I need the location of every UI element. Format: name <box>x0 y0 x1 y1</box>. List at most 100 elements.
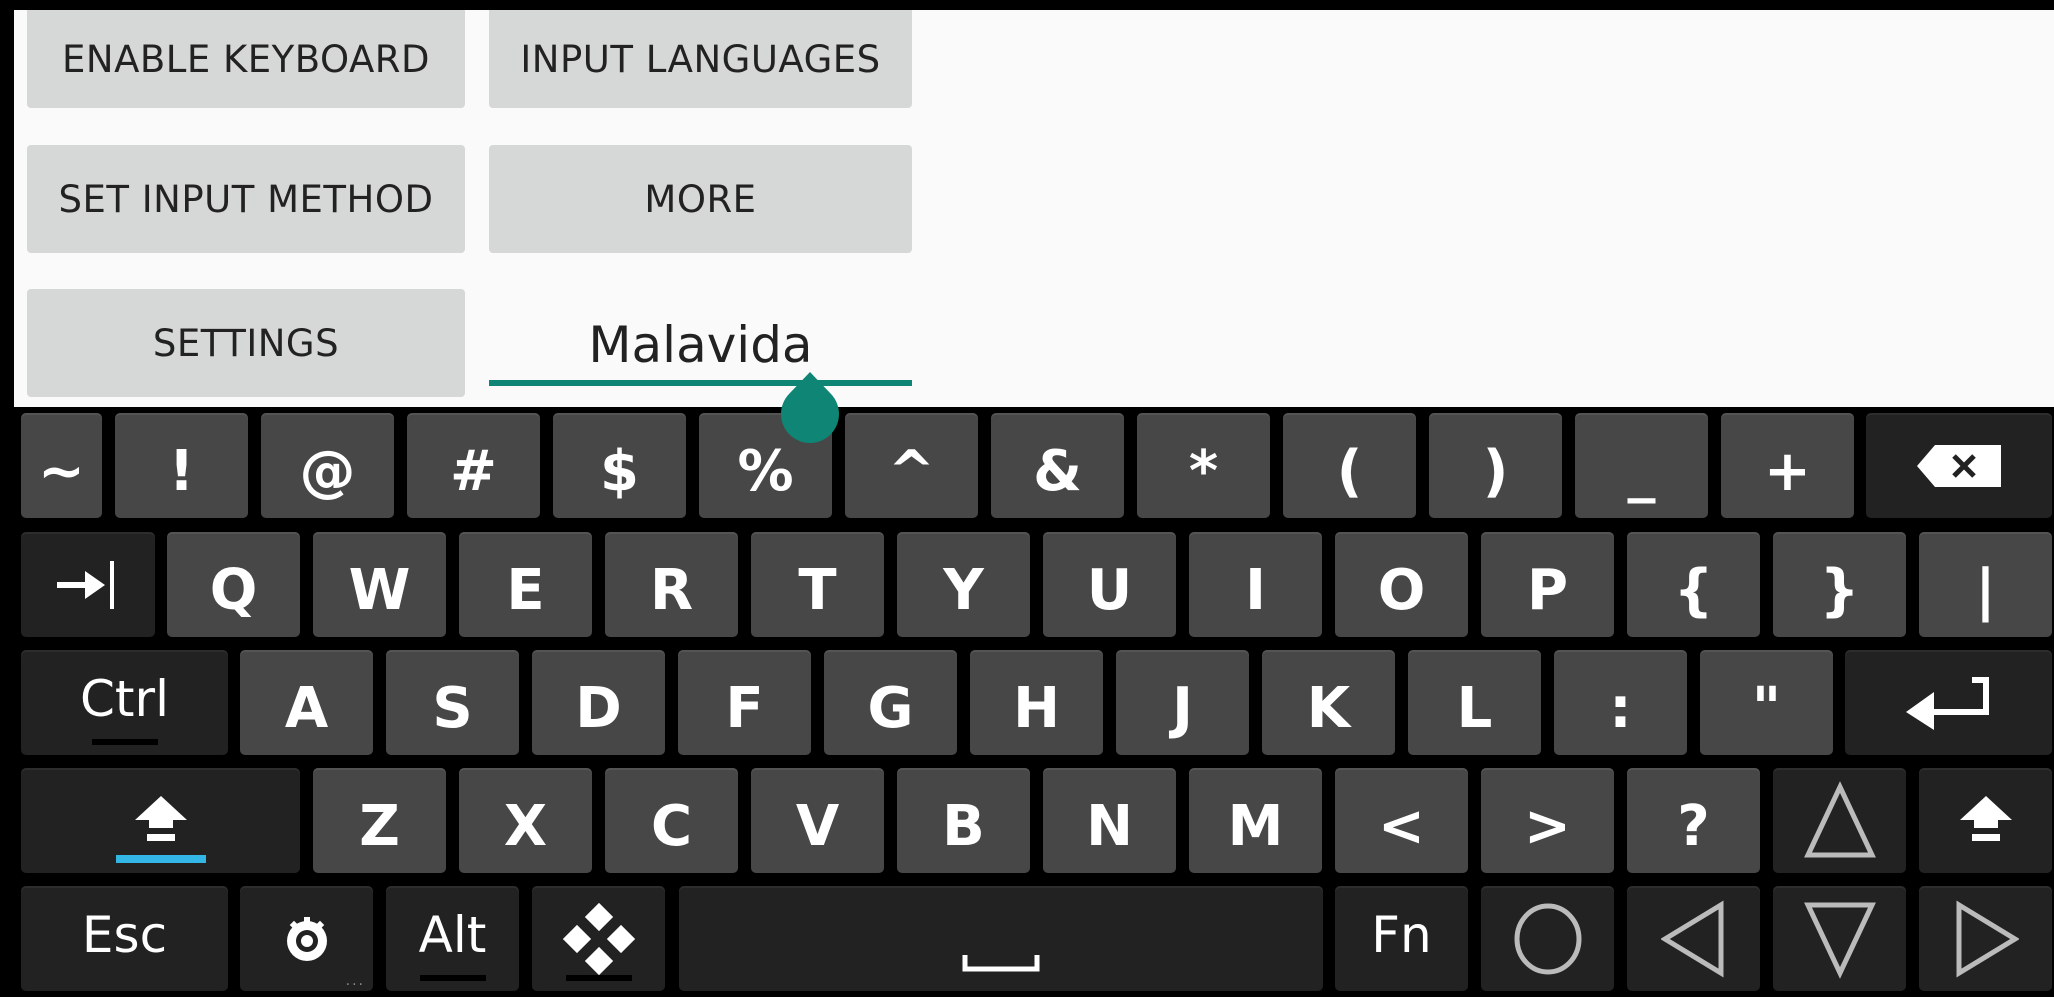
key-brace-right[interactable]: } <box>1773 532 1906 637</box>
key-v[interactable]: V <box>751 768 884 873</box>
key-asterisk[interactable]: * <box>1137 413 1270 518</box>
key-l[interactable]: L <box>1408 650 1541 755</box>
key-d[interactable]: D <box>532 650 665 755</box>
backspace-icon <box>1917 444 2001 487</box>
key-at-label: @ <box>299 439 356 504</box>
key-greater-than[interactable]: > <box>1481 768 1614 873</box>
key-z-label: Z <box>359 794 400 859</box>
key-exclamation[interactable]: ! <box>115 413 248 518</box>
key-plus[interactable]: + <box>1721 413 1854 518</box>
key-alt[interactable]: Alt <box>386 886 519 991</box>
more-button[interactable]: MORE <box>489 145 912 253</box>
key-brace-left[interactable]: { <box>1627 532 1760 637</box>
key-shift-right[interactable] <box>1919 768 2052 873</box>
key-paren-right[interactable]: ) <box>1429 413 1562 518</box>
key-q[interactable]: Q <box>167 532 300 637</box>
key-i-label: I <box>1245 558 1266 623</box>
key-r[interactable]: R <box>605 532 738 637</box>
key-paren-left[interactable]: ( <box>1283 413 1416 518</box>
key-arrow-up[interactable] <box>1773 768 1906 873</box>
key-u[interactable]: U <box>1043 532 1176 637</box>
arrow-up-icon <box>1803 780 1876 861</box>
enable-keyboard-button[interactable]: ENABLE KEYBOARD <box>27 10 465 108</box>
key-j[interactable]: J <box>1116 650 1249 755</box>
key-dollar[interactable]: $ <box>553 413 686 518</box>
key-y[interactable]: Y <box>897 532 1030 637</box>
key-t[interactable]: T <box>751 532 884 637</box>
key-n[interactable]: N <box>1043 768 1176 873</box>
circle-icon <box>1512 901 1584 977</box>
more-options-hint: ... <box>345 973 365 989</box>
key-u-label: U <box>1086 558 1133 623</box>
text-input-underline <box>489 380 912 386</box>
key-colon[interactable]: : <box>1554 650 1687 755</box>
text-input[interactable]: Malavida <box>489 300 912 390</box>
key-k[interactable]: K <box>1262 650 1395 755</box>
key-shift-left[interactable] <box>21 768 300 873</box>
key-ampersand[interactable]: & <box>991 413 1124 518</box>
key-x-label: X <box>503 794 548 859</box>
key-f[interactable]: F <box>678 650 811 755</box>
key-c-label: C <box>650 794 693 859</box>
key-arrow-right[interactable] <box>1919 886 2052 991</box>
key-b[interactable]: B <box>897 768 1030 873</box>
key-question[interactable]: ? <box>1627 768 1760 873</box>
key-x[interactable]: X <box>459 768 592 873</box>
key-z[interactable]: Z <box>313 768 446 873</box>
key-r-label: R <box>649 558 694 623</box>
key-dpad[interactable] <box>532 886 665 991</box>
key-settings[interactable]: ... <box>240 886 373 991</box>
key-o[interactable]: O <box>1335 532 1468 637</box>
key-dollar-label: $ <box>600 439 639 504</box>
key-m[interactable]: M <box>1189 768 1322 873</box>
key-caret[interactable]: ^ <box>845 413 978 518</box>
key-circle[interactable] <box>1481 886 1614 991</box>
key-hash-label: # <box>450 439 497 504</box>
key-quote[interactable]: " <box>1700 650 1833 755</box>
key-ctrl-state-indicator <box>91 739 158 745</box>
input-languages-label: INPUT LANGUAGES <box>520 37 881 81</box>
key-less-than-label: < <box>1378 794 1425 859</box>
key-fn[interactable]: Fn <box>1335 886 1468 991</box>
key-at[interactable]: @ <box>261 413 394 518</box>
key-pipe[interactable]: | <box>1919 532 2052 637</box>
shift-icon <box>133 795 189 846</box>
key-p[interactable]: P <box>1481 532 1614 637</box>
key-esc[interactable]: Esc <box>21 886 228 991</box>
key-backspace[interactable] <box>1866 413 2052 518</box>
key-g[interactable]: G <box>824 650 957 755</box>
settings-label: SETTINGS <box>152 321 340 365</box>
key-w[interactable]: W <box>313 532 446 637</box>
key-c[interactable]: C <box>605 768 738 873</box>
set-input-method-button[interactable]: SET INPUT METHOD <box>27 145 465 253</box>
key-less-than[interactable]: < <box>1335 768 1468 873</box>
key-v-label: V <box>795 794 840 859</box>
settings-button[interactable]: SETTINGS <box>27 289 465 397</box>
key-exclamation-label: ! <box>168 439 195 504</box>
key-tilde[interactable]: ~ <box>21 413 102 518</box>
key-j-label: J <box>1172 676 1193 741</box>
key-tab[interactable] <box>21 532 155 637</box>
key-e[interactable]: E <box>459 532 592 637</box>
key-arrow-left[interactable] <box>1627 886 1760 991</box>
key-arrow-down[interactable] <box>1773 886 1906 991</box>
key-i[interactable]: I <box>1189 532 1322 637</box>
key-ampersand-label: & <box>1033 439 1082 504</box>
key-s[interactable]: S <box>386 650 519 755</box>
input-languages-button[interactable]: INPUT LANGUAGES <box>489 10 912 108</box>
cursor-handle[interactable] <box>781 372 839 444</box>
key-g-label: G <box>867 676 914 741</box>
key-tilde-label: ~ <box>38 439 85 504</box>
key-ctrl[interactable]: Ctrl <box>21 650 228 755</box>
key-underscore-label: _ <box>1627 439 1656 504</box>
key-space[interactable] <box>679 886 1323 991</box>
space-icon <box>962 953 1040 973</box>
key-enter[interactable] <box>1845 650 2052 755</box>
key-dpad-state-indicator <box>565 975 632 981</box>
key-a[interactable]: A <box>240 650 373 755</box>
key-y-label: Y <box>943 558 984 623</box>
key-underscore[interactable]: _ <box>1575 413 1708 518</box>
key-hash[interactable]: # <box>407 413 540 518</box>
key-h[interactable]: H <box>970 650 1103 755</box>
key-l-label: L <box>1456 676 1493 741</box>
